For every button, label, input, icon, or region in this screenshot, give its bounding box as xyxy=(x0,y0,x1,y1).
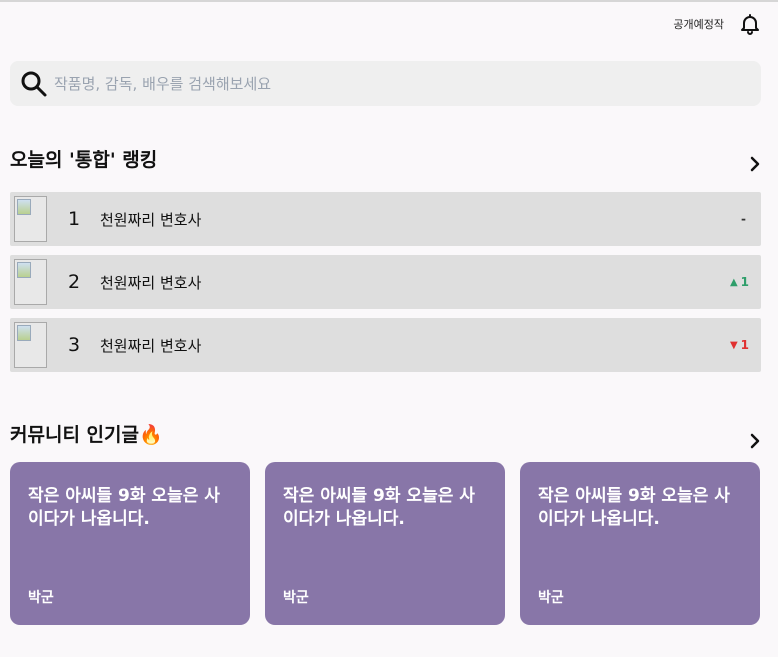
rank-change-value: 1 xyxy=(740,338,749,352)
rank-change: ▲ 1 xyxy=(730,275,749,289)
rank-change: ▼ 1 xyxy=(730,338,749,352)
upcoming-link[interactable]: 공개예정작 xyxy=(673,16,724,32)
top-bar: 공개예정작 xyxy=(673,12,762,36)
community-title: 커뮤니티 인기글🔥 xyxy=(10,424,163,446)
ranking-list: 1 천원짜리 변호사 - 2 천원짜리 변호사 ▲ 1 3 천원짜리 변호사 ▼… xyxy=(10,192,761,381)
poster-thumbnail xyxy=(14,322,47,368)
post-title: 작은 아씨들 9화 오늘은 사이다가 나옵니다. xyxy=(28,486,220,529)
rank-number: 2 xyxy=(68,271,81,293)
ranking-title: 오늘의 '통합' 랭킹 xyxy=(10,149,158,171)
community-post-card[interactable]: 작은 아씨들 9화 오늘은 사이다가 나옵니다. 박군 xyxy=(265,462,505,625)
bell-icon[interactable] xyxy=(738,12,762,36)
post-author: 박군 xyxy=(538,590,564,606)
ranking-more-chevron-icon[interactable] xyxy=(746,155,764,173)
rank-change-value: 1 xyxy=(740,275,749,289)
rank-change-symbol: - xyxy=(741,212,746,226)
post-title: 작은 아씨들 9화 오늘은 사이다가 나옵니다. xyxy=(283,486,475,529)
poster-thumbnail xyxy=(14,259,47,305)
ranking-row[interactable]: 1 천원짜리 변호사 - xyxy=(10,192,761,246)
rank-number: 3 xyxy=(68,334,81,356)
rank-number: 1 xyxy=(68,208,81,230)
search-input[interactable] xyxy=(54,74,704,93)
community-cards: 작은 아씨들 9화 오늘은 사이다가 나옵니다. 박군 작은 아씨들 9화 오늘… xyxy=(10,462,760,625)
rank-down-icon: ▼ xyxy=(729,339,738,351)
post-author: 박군 xyxy=(283,590,309,606)
search-bar[interactable] xyxy=(10,61,761,106)
ranking-item-title: 천원짜리 변호사 xyxy=(100,210,202,229)
search-icon xyxy=(21,71,47,96)
community-more-chevron-icon[interactable] xyxy=(746,432,764,450)
post-author: 박군 xyxy=(28,590,54,606)
post-title: 작은 아씨들 9화 오늘은 사이다가 나옵니다. xyxy=(538,486,730,529)
ranking-row[interactable]: 2 천원짜리 변호사 ▲ 1 xyxy=(10,255,761,309)
ranking-row[interactable]: 3 천원짜리 변호사 ▼ 1 xyxy=(10,318,761,372)
community-post-card[interactable]: 작은 아씨들 9화 오늘은 사이다가 나옵니다. 박군 xyxy=(10,462,250,625)
rank-up-icon: ▲ xyxy=(729,276,738,288)
poster-thumbnail xyxy=(14,196,47,242)
ranking-item-title: 천원짜리 변호사 xyxy=(100,336,202,355)
community-post-card[interactable]: 작은 아씨들 9화 오늘은 사이다가 나옵니다. 박군 xyxy=(520,462,760,625)
rank-change: - xyxy=(741,212,749,226)
ranking-item-title: 천원짜리 변호사 xyxy=(100,273,202,292)
